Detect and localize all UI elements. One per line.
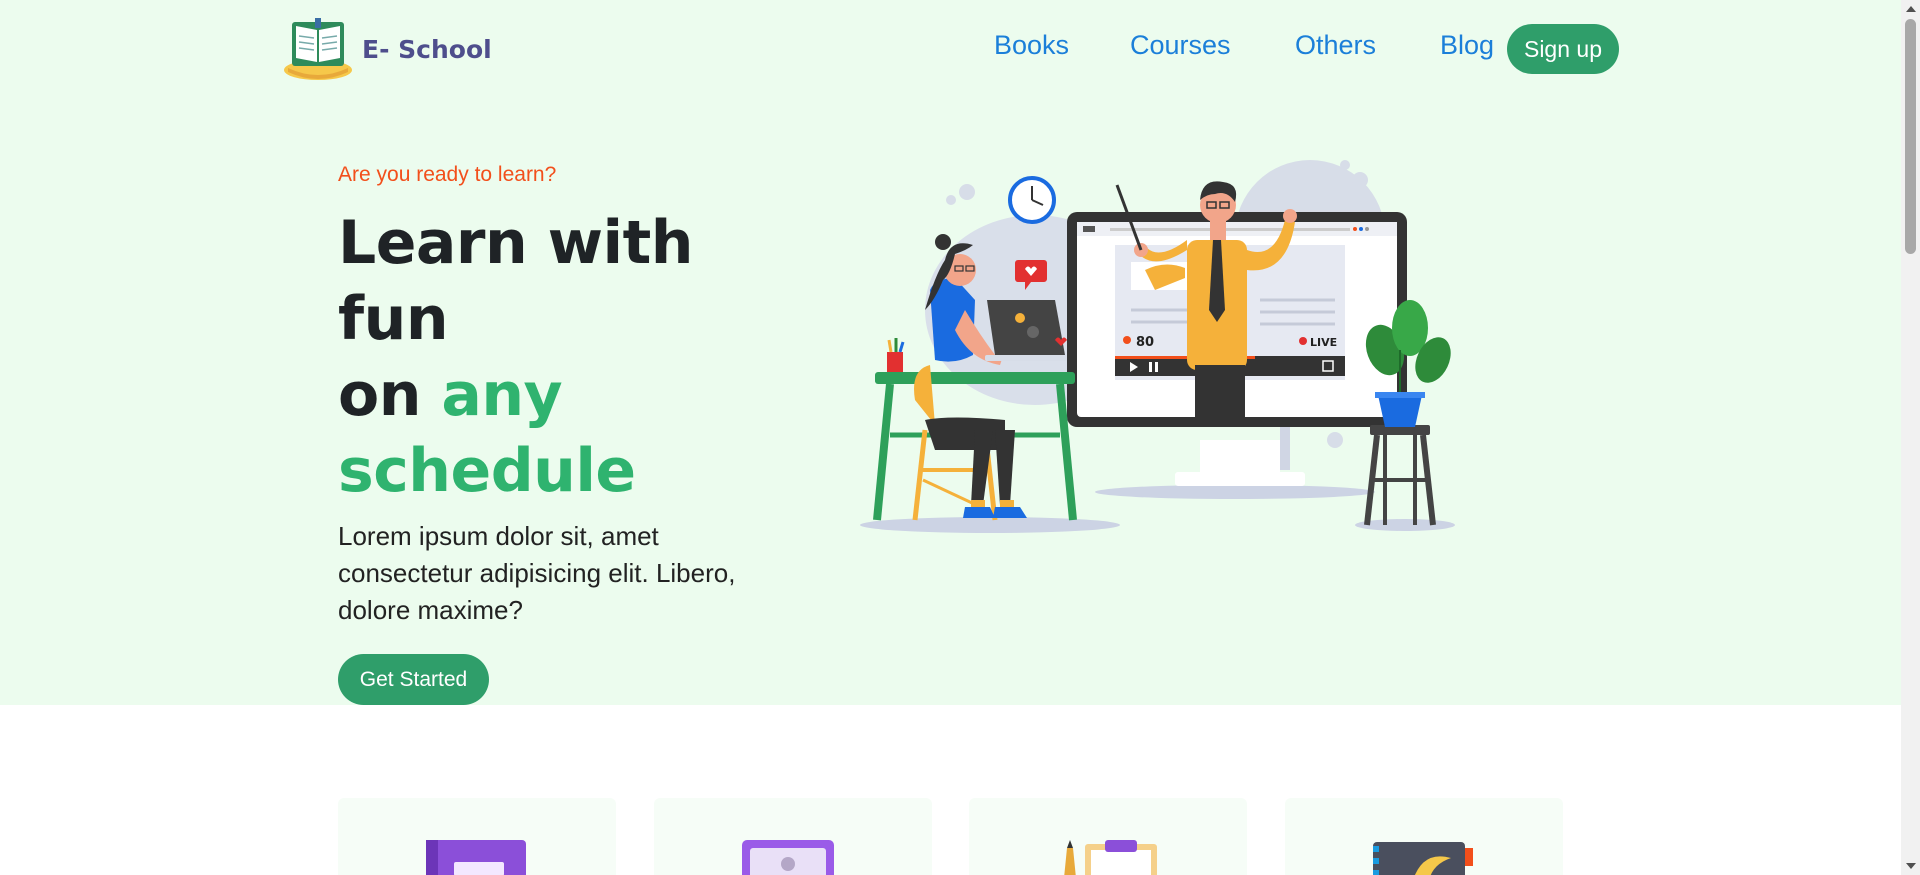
- viewer-count: 80: [1136, 335, 1154, 350]
- feature-card-blog[interactable]: [1285, 798, 1563, 875]
- brand-logo[interactable]: E- School: [282, 16, 492, 82]
- notebook-icon: [1373, 842, 1473, 875]
- purple-book-icon: [426, 840, 526, 875]
- page-scrollbar[interactable]: [1901, 0, 1920, 875]
- hero-eyebrow: Are you ready to learn?: [338, 163, 557, 186]
- feature-card-books[interactable]: [338, 798, 616, 875]
- nav-link-blog[interactable]: Blog: [1440, 30, 1494, 61]
- id-card-icon: [742, 840, 834, 875]
- hero-lead-text: Lorem ipsum dolor sit, amet consectetur …: [338, 521, 736, 625]
- headline-line-3: on: [338, 360, 442, 430]
- nav-link-books[interactable]: Books: [994, 30, 1069, 61]
- open-book-logo-icon: [284, 18, 352, 80]
- feature-card-courses[interactable]: [654, 798, 932, 875]
- brand-name: E- School: [362, 34, 492, 64]
- hero-headline: Learn with fun on any schedule: [338, 205, 758, 509]
- scroll-up-arrow-icon[interactable]: [1906, 6, 1916, 12]
- get-started-button[interactable]: Get Started: [338, 654, 489, 705]
- clock-icon: [1008, 176, 1056, 224]
- clipboard-pencil-icon: [1064, 840, 1157, 875]
- headline-highlight-schedule: schedule: [338, 436, 636, 506]
- hero-section: E- School Books Courses Others Blog Sign…: [0, 0, 1901, 705]
- online-learning-illustration: 80 LIVE: [860, 160, 1455, 533]
- signup-button[interactable]: Sign up: [1507, 24, 1619, 74]
- headline-line-2: fun: [338, 284, 449, 354]
- live-badge: LIVE: [1310, 336, 1337, 349]
- headline-line-1: Learn with: [338, 208, 694, 278]
- nav-link-courses[interactable]: Courses: [1130, 30, 1231, 61]
- scroll-down-arrow-icon[interactable]: [1906, 863, 1916, 869]
- nav-link-others[interactable]: Others: [1295, 30, 1376, 61]
- scrollbar-thumb[interactable]: [1905, 19, 1916, 254]
- feature-card-others[interactable]: [969, 798, 1247, 875]
- headline-highlight-any: any: [441, 360, 563, 430]
